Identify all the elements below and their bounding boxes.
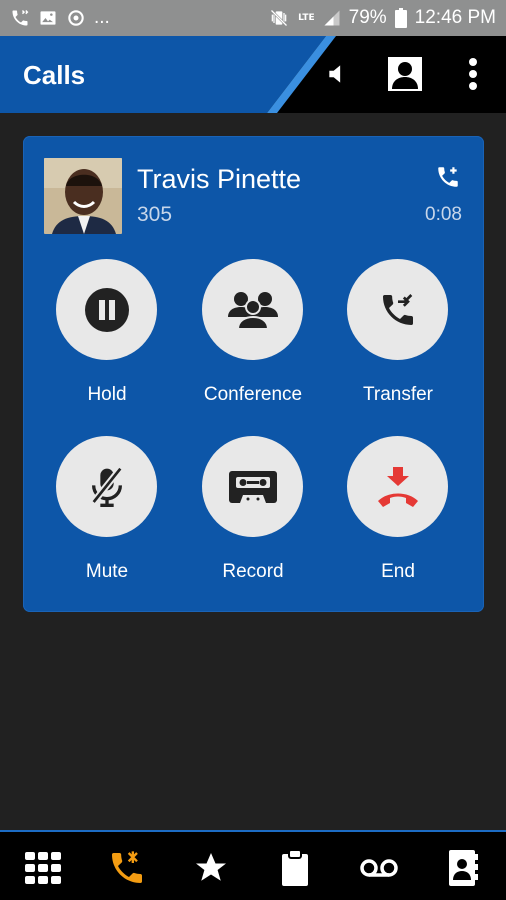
battery-percent: 79% bbox=[348, 7, 387, 28]
call-duration: 0:08 bbox=[425, 204, 462, 225]
app-bar: Calls bbox=[0, 36, 506, 113]
nav-contacts[interactable] bbox=[441, 846, 485, 890]
more-notifications: ... bbox=[94, 7, 110, 28]
active-call-card: Travis Pinette 305 0:08 Hold Conference … bbox=[23, 136, 484, 612]
status-right: LTE 79% 12:46 PM bbox=[268, 7, 496, 29]
clock: 12:46 PM bbox=[414, 7, 496, 28]
calls-active-icon bbox=[112, 851, 142, 883]
clipboard-icon bbox=[282, 849, 308, 886]
record-label: Record bbox=[222, 561, 284, 582]
speaker-button[interactable] bbox=[316, 52, 360, 96]
hold-action: Hold bbox=[42, 259, 172, 419]
transfer-button[interactable] bbox=[347, 259, 448, 360]
status-bar: ... LTE 79% 12:46 PM bbox=[0, 0, 506, 36]
network-type: LTE bbox=[298, 12, 315, 23]
conference-icon bbox=[227, 291, 278, 330]
cassette-icon bbox=[228, 470, 277, 503]
end-label: End bbox=[381, 561, 415, 582]
status-left: ... bbox=[10, 7, 110, 29]
contact-card-icon bbox=[388, 57, 422, 91]
nav-dialpad[interactable] bbox=[21, 846, 65, 890]
end-action: End bbox=[333, 436, 463, 596]
phone-notification-icon bbox=[10, 8, 30, 28]
battery-icon bbox=[394, 8, 407, 28]
mute-label: Mute bbox=[85, 561, 129, 582]
dialpad-icon bbox=[25, 852, 61, 884]
nav-favorites[interactable] bbox=[189, 846, 233, 890]
page-title: Calls bbox=[23, 60, 86, 90]
more-vertical-icon bbox=[469, 58, 477, 90]
conference-action: Conference bbox=[188, 259, 318, 419]
nav-calls[interactable] bbox=[105, 846, 149, 890]
caller-avatar bbox=[44, 158, 122, 234]
mute-action: Mute bbox=[42, 436, 172, 596]
mic-off-icon bbox=[90, 466, 123, 507]
end-call-icon bbox=[377, 466, 418, 507]
voicemail-icon bbox=[360, 859, 398, 877]
vibrate-mute-icon bbox=[268, 8, 290, 28]
transfer-call-icon bbox=[382, 293, 413, 325]
nav-clipboard[interactable] bbox=[273, 846, 317, 890]
conference-button[interactable] bbox=[202, 259, 303, 360]
end-call-button[interactable] bbox=[347, 436, 448, 537]
contacts-book-icon bbox=[449, 850, 478, 886]
overflow-menu-button[interactable] bbox=[451, 52, 495, 96]
transfer-action: Transfer bbox=[333, 259, 463, 419]
hold-button[interactable] bbox=[56, 259, 157, 360]
pause-icon bbox=[84, 287, 129, 332]
bottom-navigation bbox=[0, 830, 506, 900]
caller-extension: 305 bbox=[137, 203, 173, 226]
speaker-icon bbox=[329, 65, 341, 83]
caller-name: Travis Pinette bbox=[137, 164, 302, 194]
mute-button[interactable] bbox=[56, 436, 157, 537]
transfer-label: Transfer bbox=[362, 384, 434, 405]
signal-icon bbox=[323, 9, 341, 27]
incoming-call-icon bbox=[435, 164, 461, 195]
star-icon bbox=[196, 853, 226, 881]
conference-label: Conference bbox=[203, 384, 303, 405]
record-action: Record bbox=[188, 436, 318, 596]
record-button[interactable] bbox=[202, 436, 303, 537]
hold-label: Hold bbox=[87, 384, 127, 405]
contact-button[interactable] bbox=[383, 52, 427, 96]
image-notification-icon bbox=[38, 8, 58, 28]
sync-notification-icon bbox=[66, 8, 86, 28]
nav-voicemail[interactable] bbox=[357, 846, 401, 890]
